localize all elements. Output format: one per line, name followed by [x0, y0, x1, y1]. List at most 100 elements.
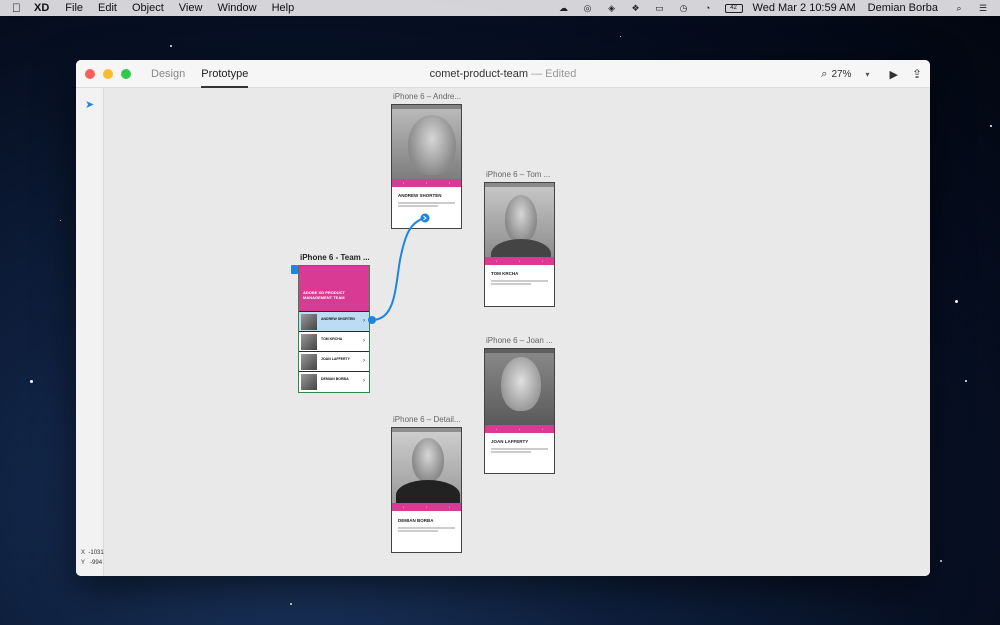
document-name: comet-product-team	[429, 68, 529, 80]
artboard-label-detail[interactable]: iPhone 6 – Detail...	[393, 415, 461, 424]
artboard-andrew[interactable]: • • • ANDREW SHORTEN	[391, 104, 462, 229]
wifi-icon[interactable]: ◔	[701, 3, 715, 13]
team-row-joan[interactable]: JOAN LAFFERTY ›	[299, 351, 369, 371]
y-coordinate: -994	[90, 560, 103, 566]
play-preview-button[interactable]: ▶	[889, 68, 897, 81]
dropbox-icon[interactable]: ❖	[629, 3, 643, 13]
spotlight-search-icon[interactable]: ⌕	[952, 3, 966, 13]
artboard-label-team[interactable]: iPhone 6 - Team ...	[300, 253, 370, 262]
menu-view[interactable]: View	[179, 2, 203, 14]
person-bio	[398, 526, 455, 538]
row-name: DEMIAN BORBA	[321, 377, 349, 381]
profile-tabs: • • •	[392, 503, 461, 511]
apple-icon[interactable]: 	[12, 1, 26, 15]
person-name: JOAN LAFFERTY	[491, 439, 529, 444]
artboard-team[interactable]: ADOBE XD PRODUCT MANAGEMENT TEAM ANDREW …	[298, 265, 370, 393]
artboard-tom[interactable]: • • • TOM KRCHA	[484, 182, 555, 307]
person-name: ANDREW SHORTEN	[398, 193, 442, 198]
star	[170, 45, 172, 47]
menu-window[interactable]: Window	[217, 2, 256, 14]
menu-help[interactable]: Help	[272, 2, 295, 14]
artboard-canvas[interactable]	[104, 88, 930, 576]
team-row-demian[interactable]: DEMIAN BORBA ›	[299, 371, 369, 391]
avatar	[301, 374, 317, 390]
x-coordinate-label: X	[81, 550, 86, 556]
team-row-tom[interactable]: TOM KRCHA ›	[299, 331, 369, 351]
star	[955, 300, 958, 303]
profile-tabs: • • •	[392, 179, 461, 187]
team-row-andrew[interactable]: ANDREW SHORTEN ›	[299, 311, 369, 331]
zoom-button[interactable]	[121, 68, 131, 79]
photo-joan	[485, 349, 554, 425]
artboard-label-joan[interactable]: iPhone 6 – Joan ...	[486, 336, 553, 345]
person-bio	[491, 279, 548, 291]
artboard-joan[interactable]: • • • JOAN LAFFERTY	[484, 348, 555, 474]
person-bio	[491, 447, 548, 459]
row-name: TOM KRCHA	[321, 337, 343, 341]
status-strip	[485, 349, 554, 353]
profile-tabs: • • •	[485, 425, 554, 433]
menu-clock[interactable]: Wed Mar 2 10:59 AM	[753, 2, 856, 14]
star	[60, 220, 61, 221]
chevron-right-icon: ›	[363, 378, 365, 384]
home-artboard-flag-icon[interactable]	[291, 265, 298, 274]
team-header: ADOBE XD PRODUCT MANAGEMENT TEAM	[299, 266, 369, 311]
avatar	[301, 314, 317, 330]
artboard-detail[interactable]: • • • DEMIAN BORBA	[391, 427, 462, 553]
photo-demian	[392, 428, 461, 503]
chevron-right-icon: ›	[363, 338, 365, 344]
artboard-label-andrew[interactable]: iPhone 6 – Andre...	[393, 92, 461, 101]
status-strip	[485, 183, 554, 187]
photo-andrew	[392, 105, 461, 179]
photo-tom	[485, 183, 554, 257]
time-machine-icon[interactable]: ◷	[677, 3, 691, 13]
menu-edit[interactable]: Edit	[98, 2, 117, 14]
chevron-right-icon: ›	[363, 358, 365, 364]
person-bio	[398, 201, 455, 213]
y-coordinate-label: Y	[81, 560, 86, 566]
profile-tabs: • • •	[485, 257, 554, 265]
menu-object[interactable]: Object	[132, 2, 164, 14]
document-status: — Edited	[531, 68, 577, 80]
status-strip	[392, 428, 461, 432]
avatar	[301, 334, 317, 350]
tab-prototype[interactable]: Prototype	[201, 60, 249, 88]
zoom-search-icon: ⌕	[821, 67, 828, 80]
tab-design[interactable]: Design	[151, 60, 185, 88]
menu-file[interactable]: File	[65, 2, 83, 14]
team-title: ADOBE XD PRODUCT MANAGEMENT TEAM	[303, 290, 346, 300]
coordinate-readout: X -1031 Y -994	[81, 548, 104, 568]
tool-bar: ➤ X -1031 Y -994	[76, 88, 104, 576]
title-bar-controls: ⌕ 27% ▾ ▶ ⇪	[821, 60, 922, 88]
row-name: ANDREW SHORTEN	[321, 317, 355, 321]
menu-user[interactable]: Demian Borba	[868, 2, 938, 14]
zoom-level[interactable]: 27%	[831, 69, 851, 80]
star	[620, 36, 621, 37]
row-name: JOAN LAFFERTY	[321, 357, 350, 361]
close-button[interactable]	[85, 68, 95, 79]
chevron-right-icon: ›	[363, 318, 365, 324]
artboard-label-tom[interactable]: iPhone 6 – Tom ...	[486, 170, 550, 179]
x-coordinate: -1031	[88, 550, 104, 556]
creative-cloud-icon[interactable]: ◎	[581, 3, 595, 13]
cloud-icon[interactable]: ☁	[557, 3, 571, 13]
chevron-down-icon[interactable]: ▾	[865, 70, 869, 79]
star	[290, 603, 292, 605]
menu-bar:  XD File Edit Object View Window Help ☁…	[0, 0, 1000, 16]
star	[940, 560, 942, 562]
person-name: DEMIAN BORBA	[398, 518, 434, 523]
person-name: TOM KRCHA	[491, 271, 519, 276]
battery-icon[interactable]: 42	[724, 3, 743, 13]
shield-icon[interactable]: ◈	[605, 3, 619, 13]
share-icon[interactable]: ⇪	[912, 67, 922, 81]
menu-app-name[interactable]: XD	[34, 2, 49, 14]
star	[990, 125, 992, 127]
star	[965, 380, 967, 382]
select-tool-icon[interactable]: ➤	[85, 98, 94, 111]
avatar	[301, 354, 317, 370]
airplay-icon[interactable]: ▭	[653, 3, 667, 13]
status-strip	[392, 105, 461, 109]
notification-center-icon[interactable]: ☰	[976, 3, 990, 13]
title-bar: Design Prototype comet-product-team — Ed…	[76, 60, 930, 88]
minimize-button[interactable]	[103, 68, 113, 79]
